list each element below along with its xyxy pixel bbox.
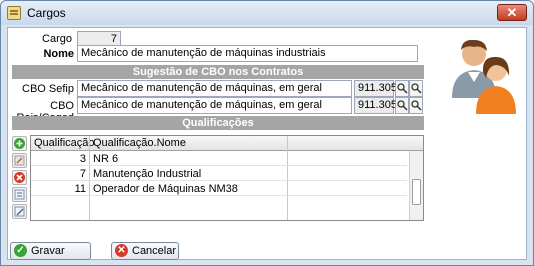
cell-id: 7 [79, 168, 86, 180]
users-avatar-icon [452, 39, 516, 114]
cancel-icon: ✕ [115, 244, 128, 257]
cbo-sefip-desc-field[interactable]: Mecânico de manutenção de máquinas, em g… [77, 80, 352, 97]
cell-id: 3 [79, 153, 86, 165]
cbo-rais-code-field[interactable]: 911.305 [354, 97, 397, 114]
cell-nome: NR 6 [93, 153, 119, 165]
cbo-section-header: Sugestão de CBO nos Contratos [12, 65, 424, 79]
search-icon [411, 83, 422, 94]
edit-button[interactable] [12, 153, 27, 168]
cell-id: 11 [74, 183, 86, 195]
add-button[interactable] [12, 136, 27, 151]
cancelar-label: Cancelar [132, 245, 177, 257]
close-button[interactable]: ✕ [497, 4, 527, 21]
cbo-sefip-label: CBO Sefip [22, 83, 74, 95]
cell-nome: Operador de Máquinas NM38 [93, 183, 238, 195]
title-bar: Cargos ✕ [1, 1, 533, 25]
column-header-qualificacao[interactable]: Qualificação [34, 137, 95, 149]
search-icon [397, 83, 408, 94]
edit-record-button[interactable] [12, 204, 27, 219]
table-row[interactable]: 7 Manutenção Industrial [31, 167, 407, 181]
add-icon [14, 138, 25, 149]
cbo-sefip-search-button-2[interactable] [409, 80, 423, 97]
table-row[interactable]: 3 NR 6 [31, 152, 407, 166]
qualificacoes-section-header: Qualificações [12, 116, 424, 130]
qualificacoes-grid: Qualificação Qualificação.Nome 3 NR 6 7 … [30, 135, 424, 221]
gravar-label: Gravar [31, 245, 65, 257]
search-icon [411, 100, 422, 111]
delete-button[interactable] [12, 170, 27, 185]
search-icon [397, 100, 408, 111]
table-row[interactable]: 11 Operador de Máquinas NM38 [31, 182, 407, 196]
cbo-rais-desc-field[interactable]: Mecânico de manutenção de máquinas, em g… [77, 97, 352, 114]
delete-icon [14, 172, 25, 183]
edit-icon [14, 155, 25, 166]
cbo-rais-search-button[interactable] [395, 97, 409, 114]
cbo-sefip-search-button[interactable] [395, 80, 409, 97]
cbo-rais-search-button-2[interactable] [409, 97, 423, 114]
cancelar-button[interactable]: ✕ Cancelar [111, 242, 179, 260]
cargo-label: Cargo [42, 33, 72, 45]
edit-record-icon [14, 206, 25, 217]
column-header-qualificacao-nome[interactable]: Qualificação.Nome [93, 137, 186, 149]
list-button[interactable] [12, 187, 27, 202]
cell-nome: Manutenção Industrial [93, 168, 202, 180]
window-title: Cargos [27, 6, 66, 20]
cargos-window: Cargos ✕ Cargo 7 Nome Mecânico de manute… [0, 0, 534, 266]
app-icon [7, 6, 21, 20]
check-icon: ✓ [14, 244, 27, 257]
form-area: Cargo 7 Nome Mecânico de manutenção de m… [7, 27, 527, 260]
gravar-button[interactable]: ✓ Gravar [10, 242, 91, 260]
scrollbar-thumb[interactable] [412, 179, 421, 205]
nome-label: Nome [43, 48, 74, 60]
list-icon [14, 189, 25, 200]
nome-field[interactable]: Mecânico de manutenção de máquinas indus… [77, 45, 418, 62]
vertical-scrollbar[interactable] [409, 151, 423, 220]
cbo-sefip-code-field[interactable]: 911.305 [354, 80, 397, 97]
